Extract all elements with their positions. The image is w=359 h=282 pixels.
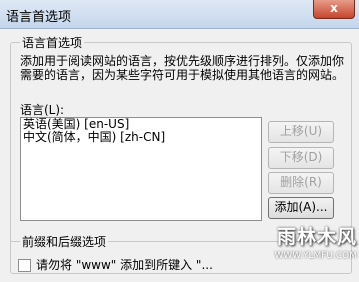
www-checkbox[interactable] — [18, 259, 31, 272]
move-down-button[interactable]: 下移(D) — [268, 147, 334, 169]
window-title: 语言首选项 — [6, 10, 72, 25]
add-button[interactable]: 添加(A)... — [268, 197, 334, 219]
title-bar: 语言首选项 x — [0, 0, 359, 29]
move-up-button[interactable]: 上移(U) — [268, 121, 334, 143]
close-button[interactable]: x — [313, 0, 355, 19]
remove-button[interactable]: 删除(R) — [268, 172, 334, 194]
language-item-zh-cn[interactable]: 中文(简体，中国) [zh-CN] — [21, 131, 261, 144]
language-list-label: 语言(L): — [20, 103, 65, 117]
section-title: 语言首选项 — [20, 34, 85, 51]
www-checkbox-label: 请勿将 "www" 添加到所键入 "... — [36, 258, 213, 272]
www-checkbox-row[interactable]: 请勿将 "www" 添加到所键入 "... — [18, 256, 213, 273]
section-description: 添加用于阅读网站的语言，按优先级顺序进行排列。仅添加你需要的语言，因为某些字符可… — [20, 54, 345, 82]
prefix-suffix-title: 前缀和后缀选项 — [20, 233, 109, 250]
language-list[interactable]: 英语(美国) [en-US] 中文(简体，中国) [zh-CN] — [20, 117, 262, 221]
